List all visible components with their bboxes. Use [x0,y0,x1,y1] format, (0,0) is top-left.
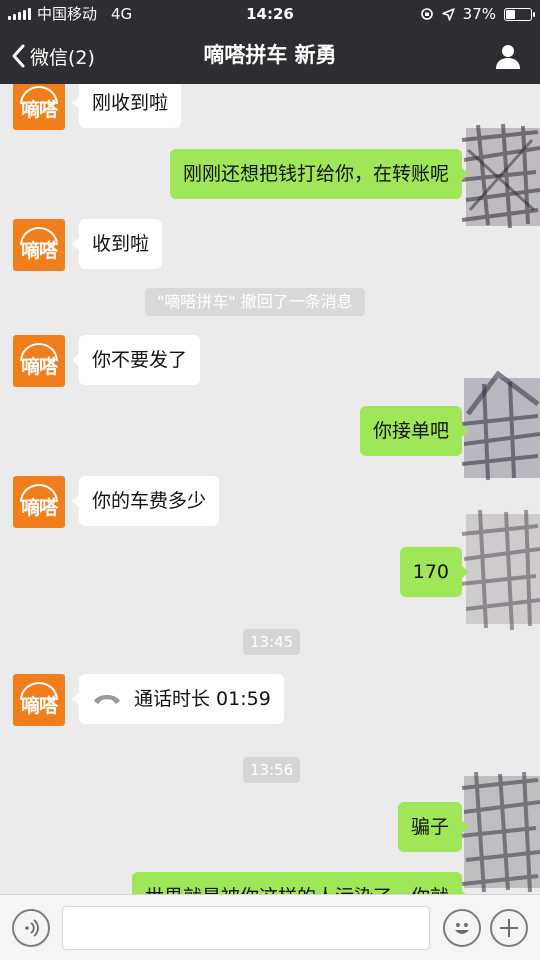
redacted-avatar [459,123,540,229]
voice-button[interactable] [12,909,50,947]
message-bubble-incoming[interactable]: 刚收到啦 [71,84,182,128]
message-bubble-outgoing[interactable]: 世界就是被你这样的人污染了，你就 [131,872,470,894]
redacted-avatar [461,370,540,481]
phone-icon [94,695,120,704]
more-button[interactable] [490,909,528,947]
back-button[interactable]: 微信(2) [10,28,95,84]
profile-icon[interactable] [494,42,522,70]
back-chevron-icon [12,44,25,68]
location-icon [441,7,455,21]
emoji-button[interactable] [443,909,481,947]
contact-avatar[interactable]: 嘀嗒 [13,476,65,528]
contact-avatar[interactable]: 嘀嗒 [13,84,65,130]
call-duration-label: 通话时长 01:59 [134,688,271,710]
redacted-avatar [459,509,540,631]
redacted-avatar [459,771,540,893]
status-bar: 中国移动 4G 14:26 37% [0,0,540,28]
timestamp: 13:45 [243,629,301,655]
contact-avatar[interactable]: 嘀嗒 [13,335,65,387]
message-bubble-outgoing[interactable]: 你接单吧 [359,406,470,456]
message-bubble-incoming[interactable]: 你的车费多少 [71,476,220,526]
call-record-bubble[interactable]: 通话时长 01:59 [72,674,284,724]
avatar-text: 嘀嗒 [20,695,58,717]
battery-icon [504,7,535,21]
input-bar [0,894,540,960]
plus-icon [500,919,518,937]
message-bubble-outgoing[interactable]: 170 [399,547,470,597]
back-label: 微信(2) [30,46,95,69]
message-bubble-outgoing[interactable]: 刚刚还想把钱打给你，在转账呢 [169,149,470,199]
chat-area[interactable]: 嘀嗒 刚收到啦 刚刚还想把钱打给你，在转账呢 嘀嗒 收到啦 "嘀嗒拼车" 撤回了… [0,84,540,894]
contact-avatar[interactable]: 嘀嗒 [13,219,65,271]
nav-bar: 微信(2) 嘀嗒拼车 新勇 [0,28,540,84]
message-bubble-outgoing[interactable]: 骗子 [397,802,470,852]
top-bar: 中国移动 4G 14:26 37% 微信(2) 嘀嗒拼车 新勇 [0,0,540,84]
avatar-text: 嘀嗒 [20,240,58,262]
timestamp: 13:56 [243,757,301,783]
contact-avatar[interactable]: 嘀嗒 [13,674,65,726]
avatar-text: 嘀嗒 [20,497,58,519]
battery-percent: 37% [462,5,496,23]
emoji-icon [455,923,469,934]
avatar-text: 嘀嗒 [20,356,58,378]
recall-notice: "嘀嗒拼车" 撤回了一条消息 [145,288,365,316]
avatar-text: 嘀嗒 [20,99,58,121]
orientation-lock-icon [420,8,433,20]
message-input[interactable] [62,906,430,950]
voice-icon [25,919,39,937]
message-bubble-incoming[interactable]: 收到啦 [71,219,163,269]
message-bubble-incoming[interactable]: 你不要发了 [71,335,201,385]
